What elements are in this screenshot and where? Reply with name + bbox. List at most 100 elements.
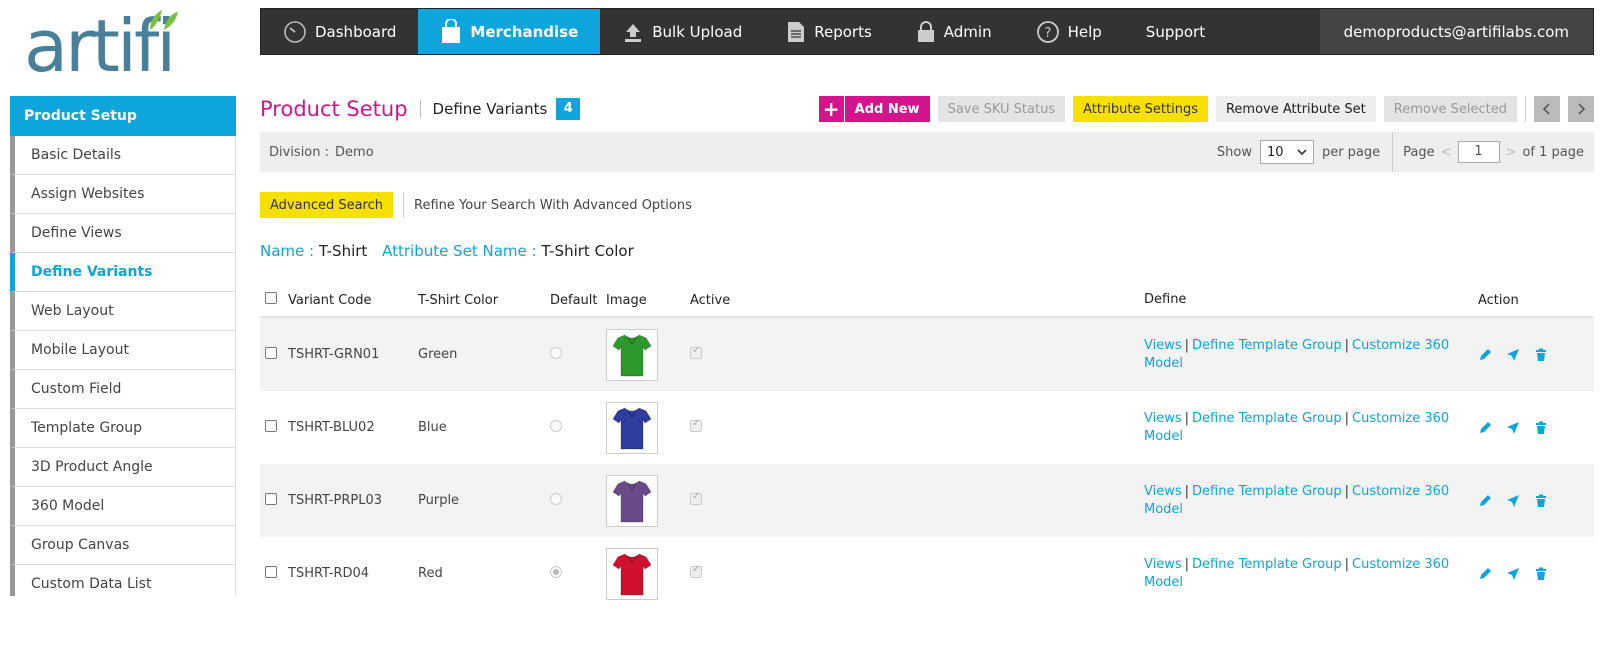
default-radio[interactable] [550, 346, 562, 359]
sidebar-item-assign-websites[interactable]: Assign Websites [10, 175, 236, 214]
variant-image[interactable] [606, 401, 658, 454]
trash-icon[interactable] [1534, 348, 1548, 362]
nav-help[interactable]: ? Help [1014, 9, 1124, 54]
row-checkbox[interactable] [265, 565, 277, 578]
row-actions [1470, 421, 1590, 435]
trash-icon[interactable] [1534, 494, 1548, 508]
column-image: Image [606, 292, 647, 308]
edit-pencil-icon[interactable] [1478, 494, 1492, 508]
attribute-set-value: T-Shirt Color [541, 242, 634, 260]
nav-merchandise[interactable]: Merchandise [418, 9, 601, 54]
views-link[interactable]: Views [1144, 557, 1182, 572]
trash-icon[interactable] [1534, 567, 1548, 581]
table-row: TSHRT-BLU02 Blue Views|Define Template G… [260, 391, 1594, 464]
column-default: Default [550, 292, 598, 308]
edit-pencil-icon[interactable] [1478, 348, 1492, 362]
define-template-group-link[interactable]: Define Template Group [1192, 338, 1342, 353]
page-total: of 1 page [1522, 144, 1584, 160]
default-radio[interactable] [550, 419, 562, 432]
send-plane-icon[interactable] [1506, 348, 1520, 362]
remove-attribute-set-button[interactable]: Remove Attribute Set [1215, 96, 1376, 122]
page-next[interactable]: > [1506, 145, 1517, 160]
sidebar-item-custom-field[interactable]: Custom Field [10, 370, 236, 409]
row-checkbox[interactable] [265, 419, 277, 432]
active-checkbox[interactable] [690, 345, 702, 359]
division-value: Demo [335, 144, 374, 160]
add-new-label: Add New [854, 101, 920, 117]
nav-support[interactable]: Support [1124, 9, 1227, 54]
nav-reports-label: Reports [814, 22, 872, 41]
pager: Page < 1 > of 1 page [1392, 132, 1594, 172]
variant-code: TSHRT-BLU02 [288, 420, 375, 435]
prev-arrow-button[interactable] [1534, 96, 1560, 122]
variant-image[interactable] [606, 547, 658, 600]
document-icon [788, 21, 805, 42]
send-plane-icon[interactable] [1506, 494, 1520, 508]
views-link[interactable]: Views [1144, 338, 1182, 353]
page-prev[interactable]: < [1441, 145, 1452, 160]
active-checkbox[interactable] [690, 418, 702, 432]
nav-admin-label: Admin [943, 22, 992, 41]
user-account[interactable]: demoproducts@artifilabs.com [1319, 9, 1593, 54]
add-new-button[interactable]: + Add New [818, 96, 930, 122]
sidebar-item-custom-data-list[interactable]: Custom Data List [10, 565, 236, 596]
define-links: Views | Define Template Group | Customize 36… [1144, 337, 1450, 371]
sidebar-item-define-variants[interactable]: Define Variants [10, 253, 236, 292]
page-number-input[interactable]: 1 [1457, 141, 1500, 163]
remove-selected-button[interactable]: Remove Selected [1383, 96, 1517, 122]
save-sku-status-button[interactable]: Save SKU Status [937, 96, 1066, 122]
plus-icon: + [819, 96, 845, 122]
define-template-group-link[interactable]: Define Template Group [1192, 411, 1342, 426]
attribute-settings-button[interactable]: Attribute Settings [1073, 96, 1208, 122]
views-link[interactable]: Views [1144, 484, 1182, 499]
trash-icon[interactable] [1534, 421, 1548, 435]
row-checkbox[interactable] [265, 346, 277, 359]
send-plane-icon[interactable] [1506, 567, 1520, 581]
variant-image[interactable] [606, 328, 658, 381]
active-checkbox[interactable] [690, 491, 702, 505]
nav-admin[interactable]: Admin [894, 9, 1014, 54]
sidebar-item-web-layout[interactable]: Web Layout [10, 292, 236, 331]
per-page-select[interactable]: 10 [1259, 140, 1314, 164]
define-links: Views | Define Template Group | Customize 36… [1144, 556, 1450, 590]
send-plane-icon[interactable] [1506, 421, 1520, 435]
edit-pencil-icon[interactable] [1478, 567, 1492, 581]
variant-image[interactable] [606, 474, 658, 527]
table-header: Variant Code T-Shirt Color Default Image… [260, 284, 1594, 318]
sidebar-item-basic-details[interactable]: Basic Details [10, 136, 236, 175]
define-template-group-link[interactable]: Define Template Group [1192, 484, 1342, 499]
default-radio[interactable] [550, 565, 562, 578]
row-actions [1470, 494, 1590, 508]
sidebar-item-mobile-layout[interactable]: Mobile Layout [10, 331, 236, 370]
row-checkbox[interactable] [265, 492, 277, 505]
next-arrow-button[interactable] [1568, 96, 1594, 122]
page-subtitle: Define Variants [419, 100, 547, 118]
define-template-group-link[interactable]: Define Template Group [1192, 557, 1342, 572]
column-action: Action [1478, 292, 1519, 308]
sidebar-item-3d-product-angle[interactable]: 3D Product Angle [10, 448, 236, 487]
variant-code: TSHRT-GRN01 [288, 347, 380, 362]
artifi-logo: artifi [24, 8, 214, 86]
advanced-search-row: Advanced Search Refine Your Search With … [260, 192, 1594, 218]
sidebar-item-template-group[interactable]: Template Group [10, 409, 236, 448]
filter-bar: Division : Demo Show 10 per page Page < … [260, 132, 1594, 172]
advanced-search-description: Refine Your Search With Advanced Options [403, 192, 692, 218]
edit-pencil-icon[interactable] [1478, 421, 1492, 435]
nav-dashboard[interactable]: Dashboard [261, 9, 418, 54]
nav-reports[interactable]: Reports [764, 9, 894, 54]
views-link[interactable]: Views [1144, 411, 1182, 426]
sidebar-item-define-views[interactable]: Define Views [10, 214, 236, 253]
active-checkbox[interactable] [690, 564, 702, 578]
default-radio[interactable] [550, 492, 562, 505]
show-label: Show [1216, 144, 1252, 160]
variant-code: TSHRT-RD04 [288, 566, 370, 581]
sidebar-item-360-model[interactable]: 360 Model [10, 487, 236, 526]
top-navigation: Dashboard Merchandise Bulk Upload Report… [260, 8, 1594, 55]
advanced-search-button[interactable]: Advanced Search [260, 192, 394, 218]
sidebar-item-group-canvas[interactable]: Group Canvas [10, 526, 236, 565]
division-label: Division : [269, 144, 330, 160]
pagination-controls: Show 10 per page Page < 1 > of 1 page [1217, 132, 1594, 172]
select-all-checkbox[interactable] [265, 292, 277, 304]
leaf-icon [150, 10, 178, 30]
nav-bulk-upload[interactable]: Bulk Upload [600, 9, 764, 54]
